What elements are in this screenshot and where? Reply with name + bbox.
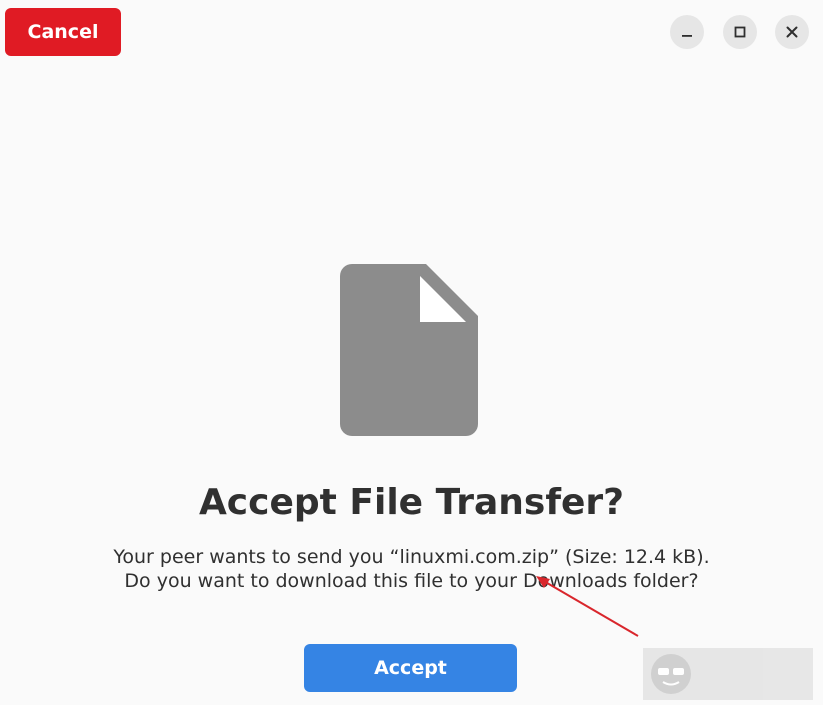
accept-button[interactable]: Accept [304, 644, 517, 692]
close-button[interactable] [775, 15, 809, 49]
dialog-title: Accept File Transfer? [198, 482, 625, 523]
watermark-logo-icon [651, 654, 691, 694]
dialog-message: Your peer wants to send you “linuxmi.com… [0, 545, 823, 593]
close-icon [786, 26, 798, 38]
maximize-icon [734, 26, 746, 38]
file-transfer-dialog: Cancel Accept File Transfer? Your peer w… [0, 0, 823, 705]
cancel-button[interactable]: Cancel [5, 8, 121, 56]
message-line-1: Your peer wants to send you “linuxmi.com… [113, 546, 710, 568]
watermark [643, 648, 813, 700]
message-line-2: Do you want to download this file to you… [124, 570, 699, 592]
minimize-icon [682, 35, 692, 37]
minimize-button[interactable] [670, 15, 704, 49]
maximize-button[interactable] [723, 15, 757, 49]
file-icon [340, 264, 478, 436]
